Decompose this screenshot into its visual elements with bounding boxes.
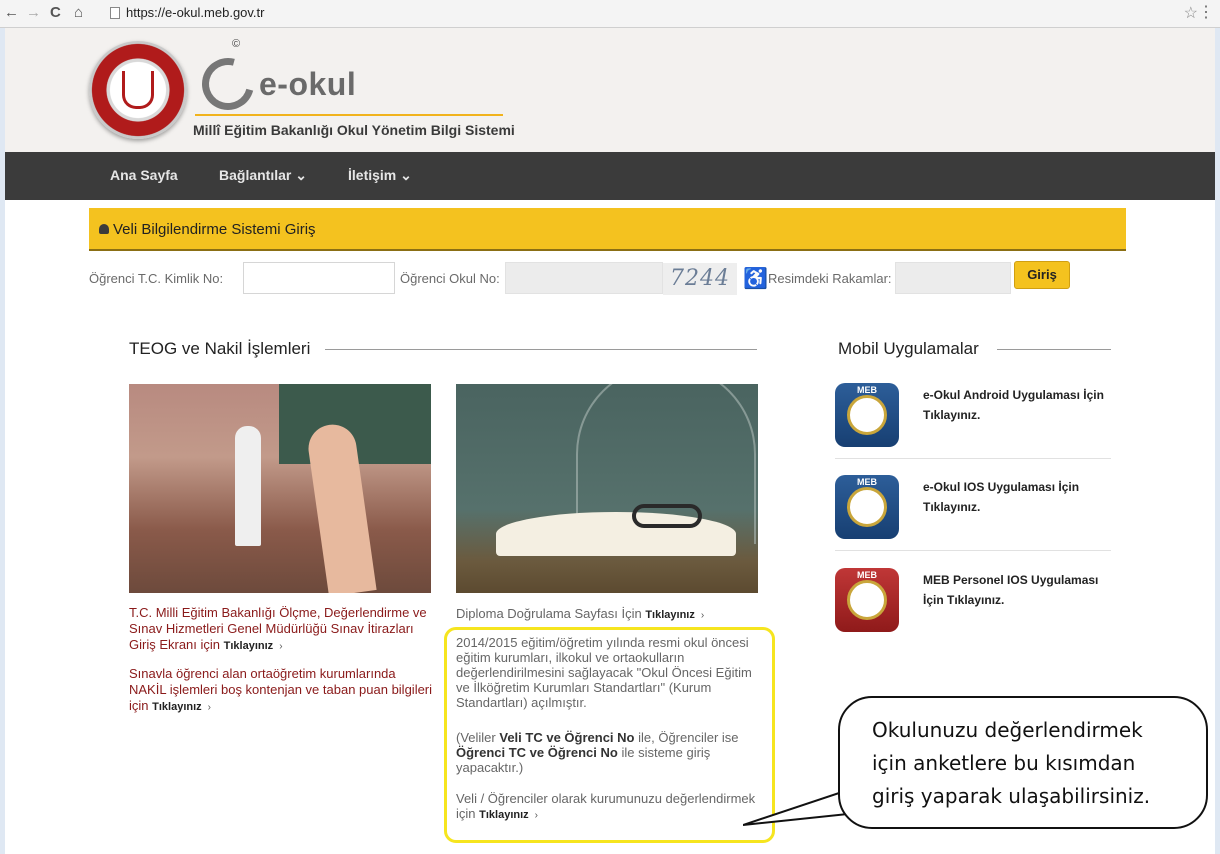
nav-home[interactable]: Ana Sayfa	[110, 167, 178, 183]
annotation-callout: Okulunuzu değerlendirmek için anketlere …	[838, 696, 1208, 829]
mobile-apps-title: Mobil Uygulamalar	[838, 339, 979, 358]
main-navbar: Ana Sayfa Bağlantılar ⌄ İletişim ⌄	[5, 152, 1215, 200]
site-subtitle: Millî Eğitim Bakanlığı Okul Yönetim Bilg…	[193, 122, 515, 138]
login-submit-button[interactable]: Giriş	[1014, 261, 1070, 289]
eokul-mobile-app-icon[interactable]: MEB	[835, 475, 899, 539]
click-here-link[interactable]: Tıklayınız	[152, 701, 202, 713]
e-okul-logo-icon	[192, 48, 264, 120]
nav-links-dropdown[interactable]: Bağlantılar ⌄	[219, 167, 307, 184]
meb-personel-app-icon[interactable]: MEB	[835, 568, 899, 632]
home-icon[interactable]: ⌂	[74, 4, 83, 22]
arrow-icon: ›	[700, 610, 705, 621]
page-icon	[110, 7, 120, 19]
tc-no-input[interactable]	[243, 262, 395, 294]
address-bar[interactable]: https://e-okul.meb.gov.tr	[108, 3, 1168, 23]
diploma-verify-link[interactable]: Diploma Doğrulama Sayfası İçin Tıklayını…	[456, 606, 766, 623]
arrow-icon: ›	[207, 702, 212, 713]
teog-objection-link[interactable]: T.C. Milli Eğitim Bakanlığı Ölçme, Değer…	[129, 605, 429, 655]
arrow-icon: ›	[279, 641, 283, 652]
captcha-label: Resimdeki Rakamlar:	[768, 271, 892, 286]
user-icon	[99, 224, 109, 234]
app-divider	[835, 458, 1111, 459]
captcha-input[interactable]	[895, 262, 1011, 294]
teog-section-title: TEOG ve Nakil İşlemleri	[129, 339, 311, 358]
login-panel-title: Veli Bilgilendirme Sistemi Giriş	[113, 221, 316, 238]
forward-icon[interactable]: →	[26, 4, 41, 22]
callout-line-3: giriş yaparak ulaşabilirsiniz.	[872, 784, 1151, 808]
teog-title-divider	[325, 349, 757, 350]
click-here-link[interactable]: Tıklayınız	[224, 640, 274, 652]
meb-seal-logo[interactable]	[89, 41, 187, 139]
accessibility-audio-icon[interactable]: ♿	[743, 266, 768, 291]
site-logo-title[interactable]: e-okul	[259, 66, 356, 103]
app-divider	[835, 550, 1111, 551]
classroom-photo[interactable]	[129, 384, 431, 593]
callout-line-2: için anketlere bu kısımdan	[872, 751, 1136, 775]
personel-app-link[interactable]: MEB Personel IOS Uygulaması İçin Tıklayı…	[923, 570, 1111, 610]
survey-link[interactable]: Veli / Öğrenciler olarak kurumunuzu değe…	[456, 791, 768, 823]
click-here-link[interactable]: Tıklayınız	[645, 609, 695, 621]
menu-icon[interactable]: ⋮	[1198, 2, 1214, 22]
login-panel-header: Veli Bilgilendirme Sistemi Giriş	[89, 208, 1126, 251]
tc-no-label: Öğrenci T.C. Kimlik No:	[89, 271, 224, 286]
login-instructions: (Veliler Veli TC ve Öğrenci No ile, Öğre…	[456, 730, 739, 775]
standards-announcement: 2014/2015 eğitim/öğretim yılında resmi o…	[456, 635, 752, 710]
callout-line-1: Okulunuzu değerlendirmek	[872, 718, 1143, 742]
logo-divider	[195, 114, 503, 116]
eokul-mobile-app-icon[interactable]: MEB	[835, 383, 899, 447]
android-app-link[interactable]: e-Okul Android Uygulaması İçin Tıklayını…	[923, 385, 1111, 425]
captcha-image: 7244	[663, 263, 737, 295]
back-icon[interactable]: ←	[4, 4, 19, 22]
ios-app-link[interactable]: e-Okul IOS Uygulaması İçin Tıklayınız.	[923, 477, 1111, 517]
arrow-icon: ›	[534, 810, 539, 821]
nav-contact-dropdown[interactable]: İletişim ⌄	[348, 167, 412, 184]
school-no-label: Öğrenci Okul No:	[400, 271, 500, 286]
copyright-mark: ©	[232, 38, 241, 50]
browser-toolbar: ← → C ⌂ https://e-okul.meb.gov.tr ☆ ⋮	[0, 0, 1220, 28]
reload-icon[interactable]: C	[50, 4, 61, 22]
mobile-title-divider	[997, 349, 1111, 350]
site-header: © e-okul Millî Eğitim Bakanlığı Okul Yön…	[5, 28, 1215, 152]
bookmark-star-icon[interactable]: ☆	[1184, 3, 1198, 23]
school-no-input[interactable]	[505, 262, 663, 294]
book-glasses-photo[interactable]	[456, 384, 758, 593]
nakil-info-link[interactable]: Sınavla öğrenci alan ortaöğretim kurumla…	[129, 666, 434, 716]
survey-click-here-link[interactable]: Tıklayınız	[479, 809, 529, 821]
url-text: https://e-okul.meb.gov.tr	[126, 5, 265, 20]
web-page: © e-okul Millî Eğitim Bakanlığı Okul Yön…	[5, 28, 1215, 854]
